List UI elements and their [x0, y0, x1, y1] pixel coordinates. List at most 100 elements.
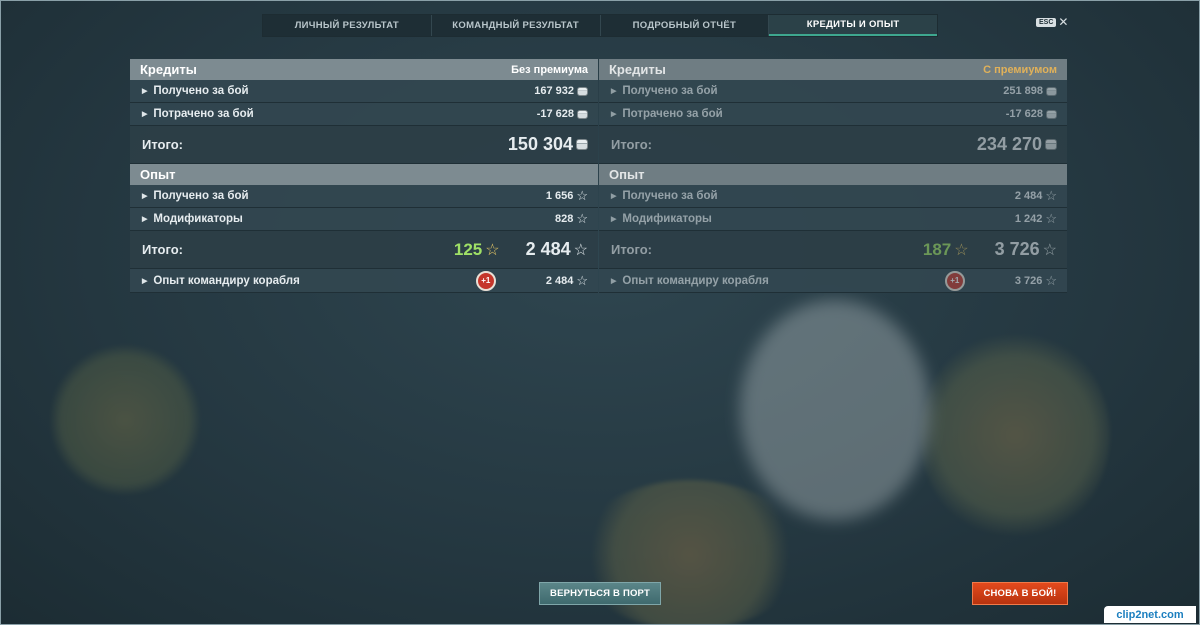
expand-arrow-icon: ▶: [142, 193, 148, 200]
total-label: Итого:: [142, 242, 183, 257]
commander-level-badge: +1: [475, 270, 496, 291]
tab-credits-and-xp[interactable]: КРЕДИТЫ И ОПЫТ: [769, 15, 937, 36]
expand-arrow-icon: ▶: [611, 277, 617, 285]
tab-team-result[interactable]: КОМАНДНЫЙ РЕЗУЛЬТАТ: [432, 15, 601, 36]
battle-again-button[interactable]: СНОВА В БОЙ!: [972, 582, 1068, 605]
row-label: Потрачено за бой: [153, 108, 254, 120]
xp-star-icon: ☆: [1045, 272, 1057, 288]
commander-level-badge: +1: [944, 270, 965, 291]
return-to-port-button[interactable]: ВЕРНУТЬСЯ В ПОРТ: [539, 582, 661, 605]
free-xp-value: 187: [922, 239, 952, 259]
xp-star-icon: ☆: [576, 188, 588, 203]
credits-icon: [1046, 109, 1057, 119]
credits-total-row: Итого: 234 270: [599, 126, 1067, 164]
free-xp-star-icon: ☆: [485, 241, 500, 259]
credits-total-row: Итого: 150 304: [130, 126, 598, 164]
xp-header: Опыт: [599, 164, 1067, 185]
credits-title: Кредиты: [609, 62, 666, 77]
credits-total-value: 150 304: [507, 134, 573, 154]
expand-arrow-icon: ▶: [142, 277, 148, 285]
xp-title: Опыт: [140, 167, 176, 182]
credits-earned-value: 251 898: [1003, 85, 1043, 97]
row-label: Получено за бой: [153, 190, 249, 202]
credits-earned-row[interactable]: ▶ Получено за бой 251 898: [599, 80, 1067, 103]
row-label: Получено за бой: [622, 85, 718, 97]
credits-icon: [1045, 139, 1057, 150]
xp-star-icon: ☆: [576, 272, 588, 288]
xp-modifiers-value: 828: [554, 213, 574, 225]
row-label: Модификаторы: [622, 213, 712, 225]
xp-modifiers-row[interactable]: ▶ Модификаторы 1 242 ☆: [599, 208, 1067, 231]
xp-title: Опыт: [609, 167, 645, 182]
credits-icon: [577, 109, 588, 119]
expand-arrow-icon: ▶: [142, 216, 148, 223]
watermark: clip2net.com: [1104, 606, 1196, 623]
panel-without-premium: Кредиты Без премиума ▶ Получено за бой 1…: [130, 59, 598, 293]
cloud: [740, 300, 930, 520]
xp-modifiers-value: 1 242: [1014, 213, 1043, 225]
xp-earned-value: 1 656: [545, 190, 574, 202]
xp-star-icon: ☆: [1042, 241, 1057, 259]
result-tabs: ЛИЧНЫЙ РЕЗУЛЬТАТ КОМАНДНЫЙ РЕЗУЛЬТАТ ПОД…: [262, 14, 938, 37]
row-label: Опыт командиру корабля: [153, 274, 300, 287]
xp-earned-value: 2 484: [1014, 190, 1043, 202]
commander-xp-row[interactable]: ▶ Опыт командиру корабля +1 3 726 ☆: [599, 269, 1067, 293]
xp-star-icon: ☆: [1045, 188, 1057, 203]
row-label: Модификаторы: [153, 213, 243, 225]
xp-earned-row[interactable]: ▶ Получено за бой 1 656 ☆: [130, 185, 598, 208]
commander-xp-row[interactable]: ▶ Опыт командиру корабля +1 2 484 ☆: [130, 269, 598, 293]
xp-earned-row[interactable]: ▶ Получено за бой 2 484 ☆: [599, 185, 1067, 208]
panel-with-premium: Кредиты С премиумом ▶ Получено за бой 25…: [599, 59, 1067, 293]
free-xp: 125 ☆: [454, 240, 500, 260]
credits-earned-row[interactable]: ▶ Получено за бой 167 932: [130, 80, 598, 103]
total-label: Итого:: [142, 137, 183, 152]
island: [920, 330, 1110, 540]
credits-header: Кредиты Без премиума: [130, 59, 598, 80]
credits-earned-value: 167 932: [534, 85, 574, 97]
expand-arrow-icon: ▶: [142, 111, 148, 118]
row-label: Получено за бой: [622, 190, 718, 202]
expand-arrow-icon: ▶: [611, 216, 617, 223]
total-label: Итого:: [611, 242, 652, 257]
xp-star-icon: ☆: [573, 241, 588, 259]
xp-total-row: Итого: 125 ☆ 2 484 ☆: [130, 231, 598, 269]
xp-star-icon: ☆: [576, 211, 588, 226]
credits-total-value: 234 270: [976, 134, 1042, 154]
row-label: Потрачено за бой: [622, 108, 723, 120]
island: [50, 345, 200, 495]
expand-arrow-icon: ▶: [611, 111, 617, 118]
close-icon: ✕: [1058, 15, 1069, 29]
credits-icon: [1046, 86, 1057, 96]
credits-icon: [577, 86, 588, 96]
without-premium-label: Без премиума: [511, 63, 588, 76]
expand-arrow-icon: ▶: [611, 88, 617, 95]
credits-spent-row[interactable]: ▶ Потрачено за бой -17 628: [599, 103, 1067, 126]
credits-title: Кредиты: [140, 62, 197, 77]
xp-total-value: 3 726: [994, 239, 1040, 259]
commander-xp-value: 3 726: [1014, 274, 1043, 287]
esc-key-icon: ESC: [1036, 17, 1057, 27]
close-button[interactable]: ESC ✕: [1036, 15, 1069, 29]
xp-modifiers-row[interactable]: ▶ Модификаторы 828 ☆: [130, 208, 598, 231]
credits-spent-value: -17 628: [1005, 108, 1043, 120]
tab-detailed-report[interactable]: ПОДРОБНЫЙ ОТЧЁТ: [601, 15, 770, 36]
credits-spent-value: -17 628: [536, 108, 574, 120]
credits-header: Кредиты С премиумом: [599, 59, 1067, 80]
xp-header: Опыт: [130, 164, 598, 185]
tab-personal-result[interactable]: ЛИЧНЫЙ РЕЗУЛЬТАТ: [263, 15, 432, 36]
credits-icon: [576, 139, 588, 150]
xp-total-value: 2 484: [525, 239, 571, 259]
with-premium-label: С премиумом: [983, 63, 1057, 76]
row-label: Опыт командиру корабля: [622, 274, 769, 287]
free-xp: 187 ☆: [923, 240, 969, 260]
xp-star-icon: ☆: [1045, 211, 1057, 226]
total-label: Итого:: [611, 137, 652, 152]
xp-total-row: Итого: 187 ☆ 3 726 ☆: [599, 231, 1067, 269]
credits-spent-row[interactable]: ▶ Потрачено за бой -17 628: [130, 103, 598, 126]
expand-arrow-icon: ▶: [142, 88, 148, 95]
free-xp-value: 125: [453, 239, 483, 259]
row-label: Получено за бой: [153, 85, 249, 97]
expand-arrow-icon: ▶: [611, 193, 617, 200]
commander-xp-value: 2 484: [545, 274, 574, 287]
free-xp-star-icon: ☆: [954, 241, 969, 259]
